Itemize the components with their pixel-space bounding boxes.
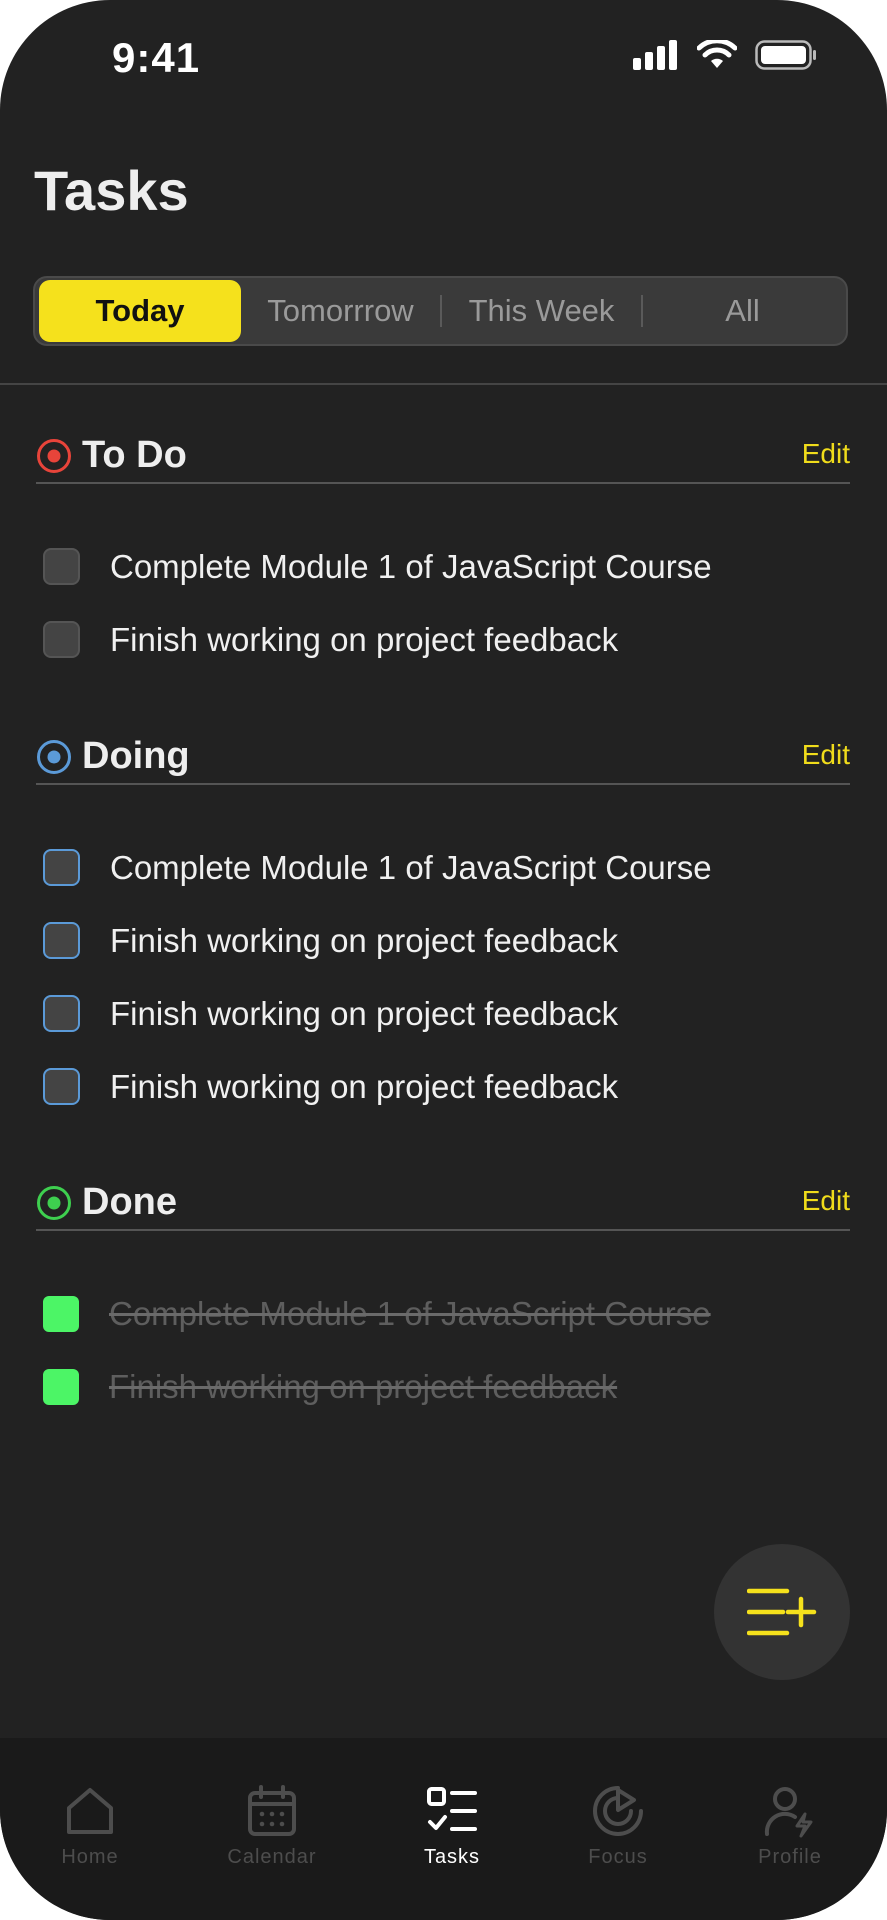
task-checkbox-checked[interactable] [43,1368,79,1405]
section-title: Done [82,1181,177,1223]
todo-status-icon [37,439,71,473]
task-checkbox[interactable] [43,995,80,1032]
tab-tomorrow[interactable]: Tomorrrow [241,280,440,342]
signal-icon [633,40,677,70]
tab-label: Focus [588,1846,648,1868]
page-title: Tasks [34,159,189,222]
task-text: Finish working on project feedback [110,921,619,959]
tab-label: Tasks [423,1846,481,1868]
task-text: Finish working on project feedback [110,620,619,658]
task-item: Finish working on project feedback [36,603,850,676]
bottom-tab-bar: Home Calendar Tasks Focus Profile [0,1738,887,1920]
tasks-icon [427,1787,477,1831]
section-done: Done Edit Complete Module 1 of JavaScrip… [36,1177,850,1423]
header-divider [0,383,887,385]
add-task-button[interactable] [714,1544,850,1680]
add-list-icon [747,1588,817,1636]
task-item: Complete Module 1 of JavaScript Course [36,831,850,904]
task-list-done: Complete Module 1 of JavaScript Course F… [36,1277,850,1423]
section-title: To Do [82,434,187,476]
tab-this-week[interactable]: This Week [442,280,641,342]
tab-all[interactable]: All [643,280,842,342]
calendar-icon [248,1785,296,1836]
task-text: Complete Module 1 of JavaScript Course [109,1294,711,1332]
battery-icon [755,40,816,70]
task-text: Finish working on project feedback [110,1067,619,1105]
edit-doing-button[interactable]: Edit [802,739,850,771]
tab-label: Home [61,1846,119,1868]
home-icon [67,1788,113,1834]
task-item: Complete Module 1 of JavaScript Course [36,1277,850,1350]
tab-label: Calendar [227,1846,317,1868]
profile-icon [764,1787,813,1838]
task-text: Complete Module 1 of JavaScript Course [110,848,712,886]
task-item: Complete Module 1 of JavaScript Course [36,530,850,603]
task-checkbox[interactable] [43,922,80,959]
done-status-icon [37,1186,71,1220]
tab-focus[interactable]: Focus [533,1738,703,1888]
task-item: Finish working on project feedback [36,977,850,1050]
section-doing: Doing Edit Complete Module 1 of JavaScri… [36,731,850,1123]
task-item: Finish working on project feedback [36,904,850,977]
section-header-done: Done Edit [36,1177,850,1231]
tab-tasks[interactable]: Tasks [367,1738,537,1888]
task-checkbox[interactable] [43,548,80,585]
task-text: Finish working on project feedback [109,1367,618,1405]
edit-done-button[interactable]: Edit [802,1185,850,1217]
wifi-icon [697,40,737,68]
date-filter-segmented-control: Today Tomorrrow This Week All [33,276,848,346]
task-checkbox-checked[interactable] [43,1295,79,1332]
edit-todo-button[interactable]: Edit [802,438,850,470]
tab-home[interactable]: Home [5,1738,175,1888]
task-checkbox[interactable] [43,849,80,886]
phone-screen: 9:41 Tasks Today Tomorrrow This Week All [0,0,887,1920]
tab-calendar[interactable]: Calendar [187,1738,357,1888]
tab-label: Profile [758,1846,822,1868]
doing-status-icon [37,740,71,774]
section-title: Doing [82,735,190,777]
section-header-doing: Doing Edit [36,731,850,785]
tab-profile[interactable]: Profile [705,1738,875,1888]
focus-icon [593,1786,643,1836]
section-header-todo: To Do Edit [36,430,850,484]
task-list-doing: Complete Module 1 of JavaScript Course F… [36,831,850,1123]
task-checkbox[interactable] [43,1068,80,1105]
task-checkbox[interactable] [43,621,80,658]
section-todo: To Do Edit Complete Module 1 of JavaScri… [36,430,850,676]
status-time: 9:41 [112,34,201,81]
task-list-todo: Complete Module 1 of JavaScript Course F… [36,530,850,676]
task-text: Finish working on project feedback [110,994,619,1032]
task-item: Finish working on project feedback [36,1050,850,1123]
task-text: Complete Module 1 of JavaScript Course [110,547,712,585]
task-item: Finish working on project feedback [36,1350,850,1423]
tab-today[interactable]: Today [39,280,241,342]
status-icons [633,40,817,70]
